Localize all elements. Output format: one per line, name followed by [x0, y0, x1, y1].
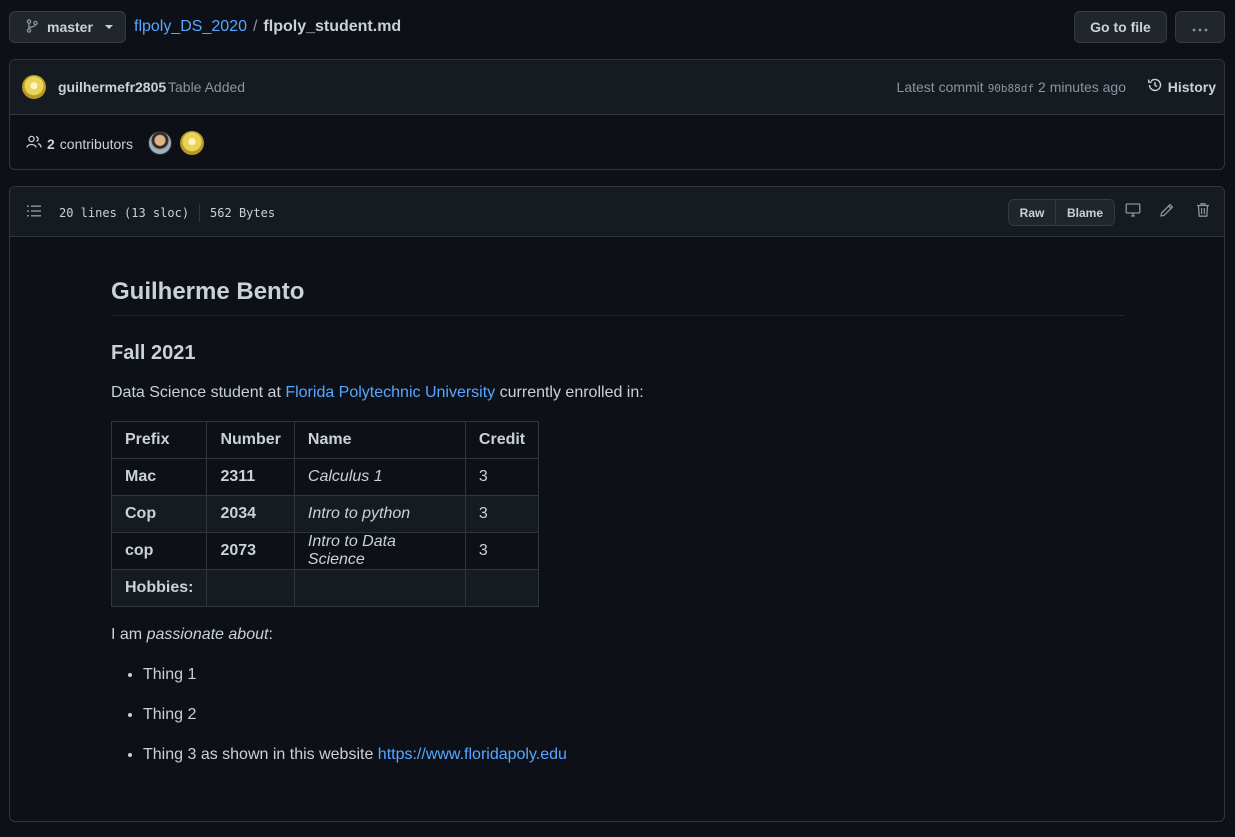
commit-message-link[interactable]: Table Added: [168, 79, 245, 95]
list-item-text: Thing 2: [143, 706, 197, 723]
passion-text: I am: [111, 626, 147, 643]
table-cell: Cop: [110, 495, 208, 533]
list-item-text: Thing 3 as shown in this website: [143, 746, 378, 763]
author-avatar[interactable]: [22, 75, 46, 99]
contributor-avatars: [148, 131, 204, 155]
markdown-body: Guilherme Bento Fall 2021 Data Science s…: [110, 277, 1124, 783]
file-info: 20 lines (13 sloc) 562 Bytes: [59, 204, 275, 222]
list-item-text: Thing 1: [143, 666, 197, 683]
table-cell: [206, 569, 295, 607]
table-cell: Mac: [110, 458, 208, 496]
table-header-cell: Number: [206, 421, 295, 459]
table-row: Cop 2034 Intro to python 3: [110, 495, 540, 533]
passion-paragraph: I am passionate about:: [111, 623, 1124, 647]
go-to-file-button[interactable]: Go to file: [1074, 11, 1167, 43]
file-size: 562 Bytes: [210, 206, 276, 220]
contributors-count: 2: [47, 135, 55, 152]
table-header-row: Prefix Number Name Credit: [110, 421, 540, 459]
people-icon: [26, 135, 42, 152]
table-row: Mac 2311 Calculus 1 3: [110, 458, 540, 496]
table-row: cop 2073 Intro to Data Science 3: [110, 532, 540, 570]
branch-select-button[interactable]: master: [9, 11, 126, 43]
contributors-row: 2 contributors: [10, 115, 1224, 170]
kebab-horizontal-icon: [1192, 19, 1208, 35]
intro-text: Data Science student at: [111, 384, 286, 401]
contributor-avatar[interactable]: [180, 131, 204, 155]
markdown-heading-2: Fall 2021: [111, 342, 196, 364]
table-cell: [464, 569, 540, 607]
breadcrumb-file-name: flpoly_student.md: [263, 18, 402, 35]
branch-name: master: [47, 19, 93, 35]
table-cell: Intro to python: [293, 495, 466, 533]
table-header-cell: Name: [293, 421, 466, 459]
file-viewer: 20 lines (13 sloc) 562 Bytes Raw Blame G…: [9, 186, 1225, 822]
university-link[interactable]: Florida Polytechnic University: [285, 384, 495, 401]
file-header: 20 lines (13 sloc) 562 Bytes Raw Blame: [10, 187, 1224, 237]
table-header-cell: Credit: [464, 421, 540, 459]
file-line-count: 20 lines (13 sloc): [59, 206, 190, 220]
history-label: History: [1167, 78, 1216, 95]
latest-commit-row: guilhermefr2805 Table Added Latest commi…: [10, 60, 1224, 115]
list-item: Thing 2: [143, 703, 1124, 727]
table-cell: 2073: [206, 532, 295, 570]
things-list: Thing 1 Thing 2 Thing 3 as shown in this…: [111, 663, 1124, 767]
latest-commit-label: Latest commit: [896, 79, 984, 95]
list-item: Thing 3 as shown in this website https:/…: [143, 743, 1124, 767]
commit-sha-link[interactable]: 90b88df: [988, 82, 1034, 95]
file-navigation: master flpoly_DS_2020 / flpoly_student.m…: [9, 11, 1225, 43]
more-options-button[interactable]: [1175, 11, 1225, 43]
table-cell: [293, 569, 466, 607]
pencil-icon[interactable]: [1159, 202, 1175, 221]
table-cell: cop: [110, 532, 208, 570]
list-item: Thing 1: [143, 663, 1124, 687]
table-cell: 3: [464, 495, 540, 533]
caret-down-icon: [104, 25, 113, 29]
passion-colon: :: [268, 626, 273, 643]
commit-time: 2 minutes ago: [1038, 79, 1126, 95]
table-cell: 2311: [206, 458, 295, 496]
courses-table: Prefix Number Name Credit Mac 2311 Calcu…: [110, 421, 540, 607]
list-unordered-icon[interactable]: [26, 204, 42, 221]
divider: [199, 204, 201, 222]
table-cell: 2034: [206, 495, 295, 533]
intro-paragraph: Data Science student at Florida Polytech…: [111, 381, 1124, 405]
contributors-link[interactable]: 2 contributors: [26, 135, 133, 152]
table-row: Hobbies:: [110, 569, 540, 607]
device-desktop-icon[interactable]: [1125, 202, 1141, 221]
raw-button[interactable]: Raw: [1009, 200, 1056, 225]
history-icon: [1147, 77, 1163, 96]
commit-author-link[interactable]: guilhermefr2805: [58, 79, 166, 95]
passion-emphasis: passionate about: [146, 626, 269, 643]
breadcrumb-separator: /: [252, 18, 258, 35]
table-cell: Hobbies:: [110, 569, 208, 607]
breadcrumb: flpoly_DS_2020 / flpoly_student.md: [134, 11, 401, 43]
history-link[interactable]: History: [1147, 77, 1216, 96]
table-cell: 3: [464, 532, 540, 570]
file-actions-group: Raw Blame: [1008, 199, 1115, 226]
website-link[interactable]: https://www.floridapoly.edu: [378, 746, 567, 763]
commit-meta: Latest commit 90b88df 2 minutes ago: [897, 79, 1126, 95]
table-cell: 3: [464, 458, 540, 496]
git-branch-icon: [26, 18, 38, 36]
table-cell: Intro to Data Science: [293, 532, 466, 570]
blame-button[interactable]: Blame: [1056, 200, 1114, 225]
trash-icon[interactable]: [1196, 202, 1210, 221]
breadcrumb-repo-link[interactable]: flpoly_DS_2020: [134, 18, 247, 36]
table-cell: Calculus 1: [293, 458, 466, 496]
markdown-heading-1: Guilherme Bento: [111, 277, 1124, 316]
contributor-avatar[interactable]: [148, 131, 172, 155]
latest-commit-box: guilhermefr2805 Table Added Latest commi…: [9, 59, 1225, 170]
contributors-label: contributors: [59, 135, 133, 152]
intro-text-end: currently enrolled in:: [495, 384, 644, 401]
table-header-cell: Prefix: [110, 421, 208, 459]
